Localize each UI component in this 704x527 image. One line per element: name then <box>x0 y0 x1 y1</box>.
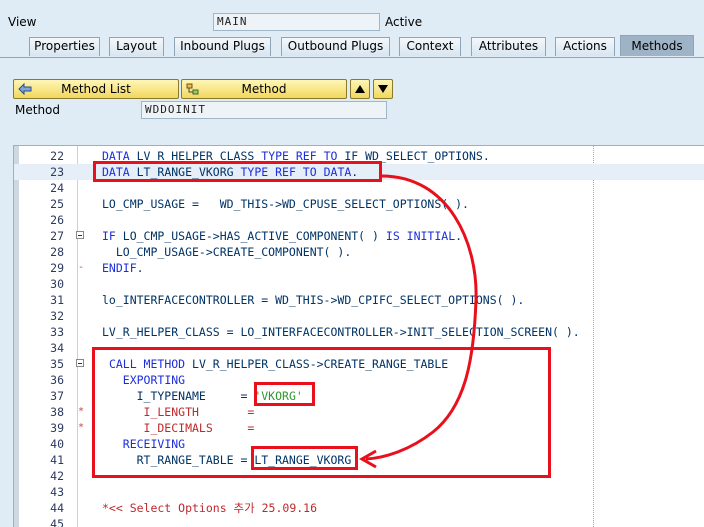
line-number: 40 <box>50 437 64 451</box>
line-number: 28 <box>50 245 64 259</box>
line-number: 33 <box>50 325 64 339</box>
method-list-button[interactable]: Method List <box>13 79 179 99</box>
gutter-marker: - <box>78 262 85 273</box>
method-field-label: Method <box>15 103 61 117</box>
code-line[interactable]: 28 LO_CMP_USAGE->CREATE_COMPONENT( ). <box>14 244 704 260</box>
view-status: Active <box>385 15 423 29</box>
gutter-marker: * <box>78 406 85 417</box>
line-number: 39 <box>50 421 64 435</box>
line-number: 24 <box>50 181 64 195</box>
line-number: 22 <box>50 149 64 163</box>
view-label: View <box>8 15 37 29</box>
back-arrow-icon <box>18 83 32 95</box>
code-line[interactable]: 24 <box>14 180 704 196</box>
line-number: 34 <box>50 341 64 355</box>
highlight-box-typename <box>254 382 315 406</box>
code-text: IF LO_CMP_USAGE->HAS_ACTIVE_COMPONENT( )… <box>102 229 463 243</box>
code-text: LO_CMP_USAGE = WD_THIS->WD_CPUSE_SELECT_… <box>102 197 469 211</box>
tab-methods[interactable]: Methods <box>620 35 694 56</box>
code-line[interactable]: 26 <box>14 212 704 228</box>
line-number: 27 <box>50 229 64 243</box>
next-method-button[interactable] <box>373 79 393 99</box>
line-number: 25 <box>50 197 64 211</box>
line-number: 42 <box>50 469 64 483</box>
code-text: ENDIF. <box>102 261 144 275</box>
line-number: 30 <box>50 277 64 291</box>
highlight-box-range-table <box>251 446 358 470</box>
tab-attributes[interactable]: Attributes <box>471 37 546 56</box>
line-number: 35 <box>50 357 64 371</box>
triangle-down-icon <box>378 85 388 93</box>
code-line[interactable]: 45 <box>14 516 704 527</box>
previous-method-button[interactable] <box>350 79 370 99</box>
highlight-box-declaration <box>93 161 382 182</box>
code-text: *<< Select Options 추가 25.09.16 <box>102 501 318 515</box>
line-number: 32 <box>50 309 64 323</box>
tab-strip: Properties Layout Inbound Plugs Outbound… <box>0 35 704 58</box>
line-number: 41 <box>50 453 64 467</box>
code-text: LV_R_HELPER_CLASS = LO_INTERFACECONTROLL… <box>102 325 580 339</box>
code-line[interactable]: 29 - ENDIF. <box>14 260 704 276</box>
code-text: LO_CMP_USAGE->CREATE_COMPONENT( ). <box>102 245 352 259</box>
method-list-label: Method List <box>61 82 131 96</box>
code-line[interactable]: 27 IF LO_CMP_USAGE->HAS_ACTIVE_COMPONENT(… <box>14 228 704 244</box>
method-tree-icon <box>186 83 199 95</box>
code-line[interactable]: 30 <box>14 276 704 292</box>
tab-context[interactable]: Context <box>399 37 461 56</box>
code-line[interactable]: 33 LV_R_HELPER_CLASS = LO_INTERFACECONTRO… <box>14 324 704 340</box>
fold-toggle-icon[interactable] <box>76 231 84 239</box>
fold-toggle-icon[interactable] <box>76 359 84 367</box>
method-button[interactable]: Method <box>181 79 347 99</box>
line-number: 37 <box>50 389 64 403</box>
line-number: 26 <box>50 213 64 227</box>
line-number: 23 <box>50 165 64 179</box>
tab-outbound-plugs[interactable]: Outbound Plugs <box>281 37 390 56</box>
line-number: 44 <box>50 501 64 515</box>
line-number: 43 <box>50 485 64 499</box>
code-line[interactable]: 32 <box>14 308 704 324</box>
view-name-field[interactable]: MAIN <box>213 13 380 31</box>
line-number: 45 <box>50 517 64 527</box>
line-number: 31 <box>50 293 64 307</box>
code-line[interactable]: 44 *<< Select Options 추가 25.09.16 <box>14 500 704 516</box>
line-number: 29 <box>50 261 64 275</box>
gutter-marker: * <box>78 422 85 433</box>
method-name-field[interactable]: WDDOINIT <box>141 101 387 119</box>
triangle-up-icon <box>355 85 365 93</box>
tab-inbound-plugs[interactable]: Inbound Plugs <box>174 37 271 56</box>
code-line[interactable]: 25 LO_CMP_USAGE = WD_THIS->WD_CPUSE_SELEC… <box>14 196 704 212</box>
tab-layout[interactable]: Layout <box>109 37 164 56</box>
method-label: Method <box>241 82 287 96</box>
line-number: 38 <box>50 405 64 419</box>
code-line[interactable]: 43 <box>14 484 704 500</box>
tab-properties[interactable]: Properties <box>29 37 100 56</box>
code-text: lo_INTERFACECONTROLLER = WD_THIS->WD_CPI… <box>102 293 525 307</box>
tab-actions[interactable]: Actions <box>555 37 615 56</box>
code-line[interactable]: 31 lo_INTERFACECONTROLLER = WD_THIS->WD_C… <box>14 292 704 308</box>
line-number: 36 <box>50 373 64 387</box>
